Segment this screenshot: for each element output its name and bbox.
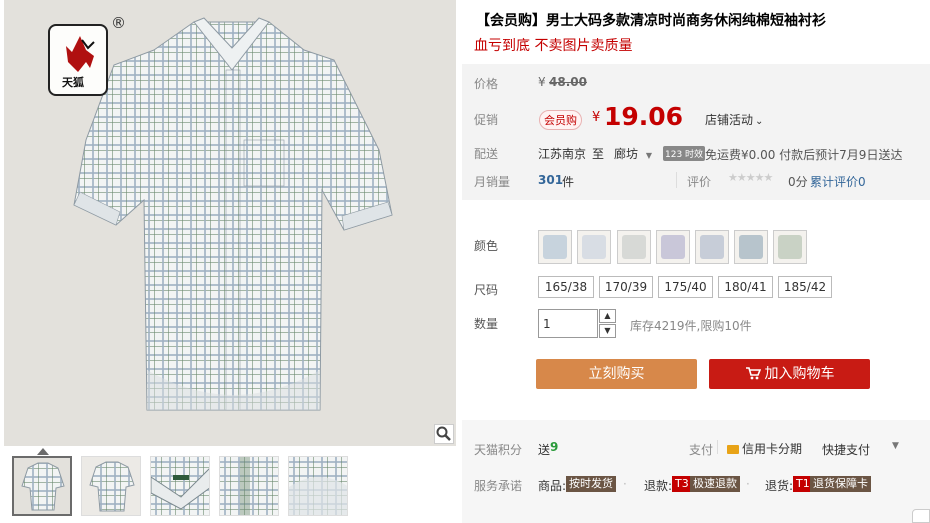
quantity-decrease-button[interactable]: ▼: [599, 324, 616, 338]
payment-dropdown-caret-icon[interactable]: ▼: [892, 441, 899, 451]
zoom-button[interactable]: [434, 424, 454, 444]
cart-icon: [745, 367, 761, 380]
size-option-180[interactable]: 180/41: [718, 276, 773, 298]
return-guarantee-tag[interactable]: 退货保障卡: [810, 476, 871, 492]
rating-label: 评价: [687, 175, 712, 189]
quantity-label: 数量: [474, 317, 499, 331]
credit-card-icon: [727, 445, 739, 454]
credit-installment-label: 信用卡分期: [742, 442, 803, 456]
promo-label: 促销: [474, 113, 499, 127]
ship-to-word: 至: [592, 147, 605, 161]
points-give-text: 送: [538, 443, 551, 457]
thumbnail-1[interactable]: [12, 456, 72, 516]
monthly-sales-label: 月销量: [474, 175, 511, 189]
brand-name: 天狐: [62, 76, 84, 89]
thumbnail-5[interactable]: [288, 456, 348, 516]
thumb-active-caret: [37, 448, 49, 455]
product-title: 【会员购】男士大码多款清凉时尚商务休闲纯棉短袖衬衫: [476, 13, 826, 29]
thumbnail-fabric-closeup: [220, 457, 278, 515]
original-price: 48.00: [549, 75, 587, 89]
credit-installment-link[interactable]: 信用卡分期: [727, 440, 802, 457]
shipping-info: 免运费¥0.00 付款后预计7月9日送达: [705, 148, 903, 162]
size-option-165[interactable]: 165/38: [538, 276, 594, 298]
quantity-input[interactable]: [538, 309, 598, 338]
size-option-170[interactable]: 170/39: [599, 276, 653, 298]
chevron-down-icon: ⌄: [755, 116, 764, 127]
thumbnail-cuff-closeup: [289, 457, 347, 515]
thumbnail-2[interactable]: [81, 456, 141, 516]
color-swatch-3[interactable]: [617, 230, 651, 264]
size-label: 尺码: [474, 283, 499, 297]
service-separator-1: ·: [623, 477, 627, 491]
main-product-image[interactable]: ® 天狐: [4, 0, 456, 446]
destination-select[interactable]: 廊坊 ▼: [614, 145, 652, 162]
buy-now-button[interactable]: 立刻购买: [536, 359, 697, 389]
registered-mark: ®: [111, 14, 126, 32]
goods-prefix: 商品:: [538, 479, 567, 493]
review-count-link[interactable]: 累计评价0: [810, 173, 866, 190]
color-swatch-4[interactable]: [656, 230, 690, 264]
points-value: 9: [550, 440, 559, 454]
fast-refund-tag[interactable]: 极速退款: [690, 476, 740, 492]
thumbnail-shirt-image: [14, 458, 70, 514]
service-separator-2: ·: [746, 477, 750, 491]
caret-down-icon: ▼: [645, 151, 652, 160]
color-swatch-1[interactable]: [538, 230, 572, 264]
scroll-corner-widget[interactable]: [912, 509, 930, 523]
member-badge: 会员购: [539, 110, 582, 130]
rating-score: 0分: [788, 175, 808, 189]
rating-stars: ★★★★★: [728, 171, 773, 184]
refund-code-badge: T3: [672, 476, 692, 492]
monthly-sales-count: 301: [538, 173, 564, 187]
color-swatch-6[interactable]: [734, 230, 768, 264]
add-to-cart-label: 加入购物车: [764, 366, 835, 382]
brand-logo: ® 天狐: [48, 14, 126, 96]
stock-info: 库存4219件,限购10件: [630, 319, 752, 333]
service-info-box: [462, 420, 930, 523]
magnifier-icon: [436, 426, 451, 441]
product-gallery: ® 天狐: [4, 0, 456, 523]
color-swatch-7[interactable]: [773, 230, 807, 264]
ontime-delivery-tag[interactable]: 按时发货: [566, 476, 616, 492]
ship-from: 江苏南京: [538, 147, 587, 161]
points-label: 天猫积分: [474, 443, 523, 457]
quantity-increase-button[interactable]: ▲: [599, 309, 616, 323]
color-swatch-2[interactable]: [577, 230, 611, 264]
delivery-label: 配送: [474, 147, 499, 161]
color-label: 颜色: [474, 239, 499, 253]
payment-label: 支付: [689, 443, 714, 457]
fox-icon: [66, 36, 95, 72]
thumbnail-strip: [12, 456, 348, 516]
payment-divider: [717, 440, 718, 454]
size-option-175[interactable]: 175/40: [658, 276, 713, 298]
sales-divider: [676, 172, 677, 188]
price-label: 价格: [474, 77, 499, 91]
thumbnail-4[interactable]: [219, 456, 279, 516]
thumbnail-shirt-image: [82, 457, 140, 515]
delivery-time-badge: 123 时效: [663, 146, 706, 161]
sales-unit: 件: [562, 175, 575, 189]
color-swatch-5[interactable]: [695, 230, 729, 264]
store-event-label: 店铺活动: [705, 113, 754, 127]
destination-label: 廊坊: [614, 147, 639, 161]
product-subtitle: 血亏到底 不卖图片卖质量: [474, 38, 633, 54]
size-option-185[interactable]: 185/42: [778, 276, 832, 298]
promo-currency-symbol: ¥: [592, 110, 601, 125]
thumbnail-collar-closeup: [151, 457, 209, 515]
return-prefix: 退货:: [765, 479, 794, 493]
store-event-dropdown[interactable]: 店铺活动 ⌄: [705, 111, 763, 128]
currency-symbol: ¥: [538, 75, 546, 89]
service-label: 服务承诺: [474, 479, 523, 493]
promo-price: 19.06: [604, 102, 684, 131]
thumbnail-3[interactable]: [150, 456, 210, 516]
add-to-cart-button[interactable]: 加入购物车: [709, 359, 870, 389]
quick-pay-link[interactable]: 快捷支付: [822, 441, 870, 458]
refund-prefix: 退款:: [644, 479, 673, 493]
